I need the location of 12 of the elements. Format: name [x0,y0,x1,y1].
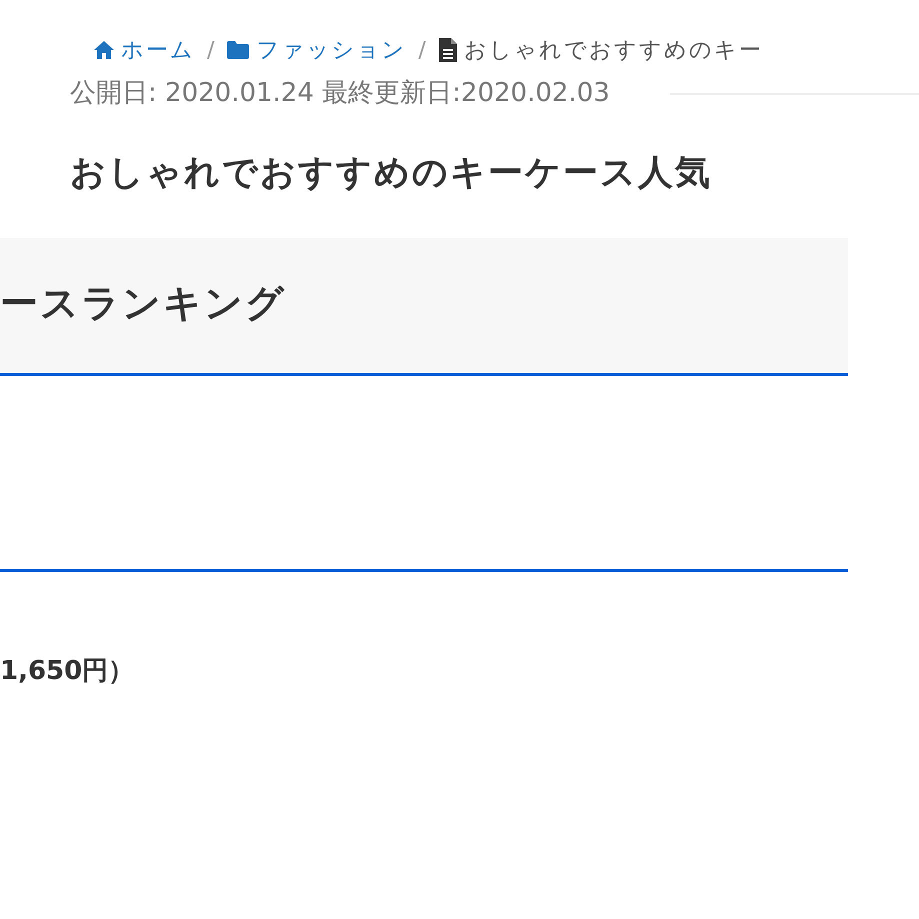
breadcrumb-separator: / [418,36,426,64]
article-title: おしゃれでおすすめのキーケース人気 [69,152,713,195]
section-heading: ースランキング [0,280,286,326]
breadcrumb-link[interactable]: ホーム [121,34,195,66]
price-text: 1,650円） [0,654,136,688]
folder-icon [226,40,250,60]
document-icon [438,37,458,63]
post-dates: 公開日: 2020.01.24 最終更新日:2020.02.03 [69,77,610,110]
home-icon [93,40,115,60]
breadcrumb-separator: / [207,36,214,64]
breadcrumb-link[interactable]: ファッション [256,34,406,66]
breadcrumb-current: おしゃれでおすすめのキー [464,36,763,64]
